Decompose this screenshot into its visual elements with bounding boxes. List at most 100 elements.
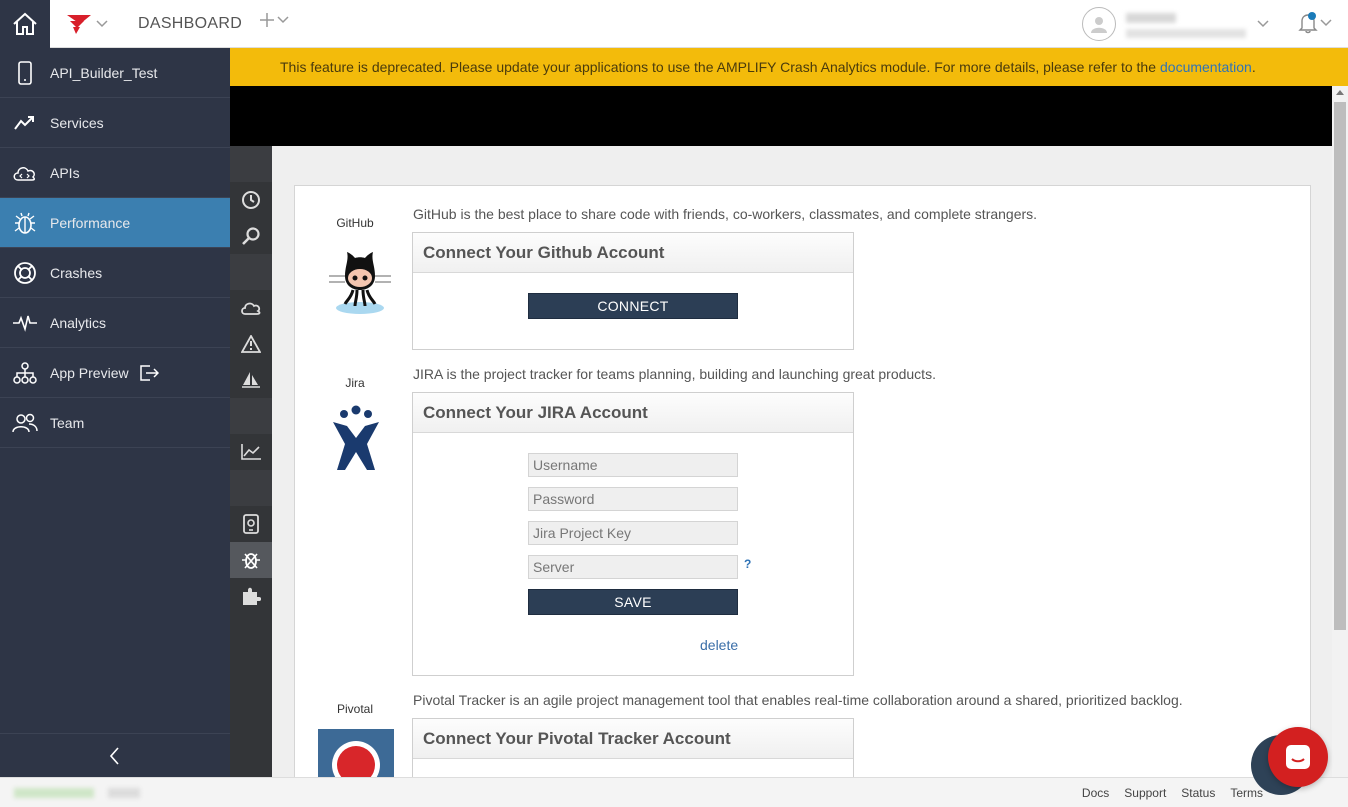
chevron-down-icon	[96, 20, 108, 28]
sail-icon[interactable]	[230, 362, 272, 398]
sidebar-item-label: API_Builder_Test	[50, 64, 158, 81]
header-strip	[230, 86, 1332, 146]
chevron-down-icon	[1257, 20, 1269, 28]
sidebar-item-performance[interactable]: Performance	[0, 198, 230, 248]
line-chart-icon[interactable]	[230, 434, 272, 470]
chevron-down-icon	[1320, 19, 1332, 27]
pivotal-logo-icon	[318, 729, 394, 777]
create-menu[interactable]	[260, 13, 289, 27]
server-help-link[interactable]: ?	[744, 557, 751, 571]
banner-end: .	[1251, 59, 1256, 75]
jira-server-input[interactable]: Server	[528, 555, 738, 579]
banner-text: This feature is deprecated. Please updat…	[280, 59, 1156, 75]
footer-link-support[interactable]: Support	[1124, 786, 1166, 800]
github-card: Connect Your Github Account CONNECT	[412, 232, 854, 350]
rail-spacer	[230, 470, 272, 506]
jira-label: Jira	[345, 376, 365, 390]
avatar	[1082, 7, 1116, 41]
sidebar-collapse-button[interactable]	[0, 733, 230, 777]
deprecation-banner: This feature is deprecated. Please updat…	[230, 48, 1348, 86]
sidebar-item-label: Services	[50, 114, 104, 131]
product-switcher[interactable]	[66, 12, 108, 36]
pivotal-card: Connect Your Pivotal Tracker Account	[412, 718, 854, 777]
home-icon	[13, 12, 37, 35]
sidebar-item-label: Team	[50, 414, 85, 431]
sidebar-item-team[interactable]: Team	[0, 398, 230, 448]
integrations-panel: GitHub GitHub is the best place to share…	[294, 185, 1311, 777]
service-status-blurred	[14, 788, 94, 798]
phone-icon	[12, 60, 38, 86]
github-octocat-icon	[325, 242, 395, 316]
footer-link-docs[interactable]: Docs	[1082, 786, 1109, 800]
lifebuoy-icon	[12, 260, 38, 286]
hierarchy-icon	[12, 360, 38, 386]
sidebar-item-label: Crashes	[50, 264, 103, 281]
jira-card: Connect Your JIRA Account Username Passw…	[412, 392, 854, 676]
external-link-icon[interactable]	[139, 364, 159, 382]
rail-spacer	[230, 146, 272, 182]
dashboard-title[interactable]: DASHBOARD	[138, 15, 242, 33]
jira-card-title: Connect Your JIRA Account	[413, 393, 853, 433]
github-connect-button[interactable]: CONNECT	[528, 293, 738, 319]
scrollbar[interactable]	[1332, 86, 1348, 777]
sidebar-item-analytics[interactable]: Analytics	[0, 298, 230, 348]
plus-icon	[260, 13, 274, 27]
github-description: GitHub is the best place to share code w…	[413, 206, 1038, 222]
warning-icon[interactable]	[230, 326, 272, 362]
sidebar-item-label: App Preview	[50, 364, 129, 381]
version-blurred	[108, 788, 140, 798]
bug-icon[interactable]	[230, 542, 272, 578]
sidebar-item-crashes[interactable]: Crashes	[0, 248, 230, 298]
user-name-blurred	[1126, 12, 1176, 23]
clock-icon[interactable]	[230, 182, 272, 218]
notifications-button[interactable]	[1298, 12, 1332, 34]
jira-project-key-input[interactable]: Jira Project Key	[528, 521, 738, 545]
sidebar-item-app-preview[interactable]: App Preview	[0, 348, 230, 398]
icon-rail	[230, 146, 272, 777]
rail-spacer	[230, 254, 272, 290]
user-menu[interactable]	[1082, 7, 1269, 41]
device-icon[interactable]	[230, 506, 272, 542]
sidebar-item-label: Analytics	[50, 314, 107, 331]
search-icon[interactable]	[230, 218, 272, 254]
jira-logo-icon	[329, 404, 383, 474]
sidebar: API_Builder_Test Services APIs Performan…	[0, 48, 230, 777]
footer-link-terms[interactable]: Terms	[1230, 786, 1263, 800]
puzzle-icon[interactable]	[230, 578, 272, 614]
user-icon	[1091, 17, 1107, 33]
sidebar-item-app[interactable]: API_Builder_Test	[0, 48, 230, 98]
sidebar-item-services[interactable]: Services	[0, 98, 230, 148]
jira-username-input[interactable]: Username	[528, 453, 738, 477]
team-icon	[12, 410, 38, 436]
cloud-code-icon	[12, 160, 38, 186]
pulse-icon	[12, 310, 38, 336]
chat-icon	[1286, 745, 1310, 769]
footer: Docs Support Status Terms	[0, 777, 1348, 807]
notification-dot	[1308, 12, 1316, 20]
pivotal-card-title: Connect Your Pivotal Tracker Account	[413, 719, 853, 759]
github-label: GitHub	[336, 216, 374, 230]
pivotal-description: Pivotal Tracker is an agile project mana…	[413, 692, 1183, 708]
documentation-link[interactable]: documentation	[1160, 59, 1252, 75]
cloud-icon[interactable]	[230, 290, 272, 326]
jira-description: JIRA is the project tracker for teams pl…	[413, 366, 936, 382]
amplify-logo-icon	[67, 15, 91, 34]
footer-links: Docs Support Status Terms	[1082, 786, 1263, 800]
jira-save-button[interactable]: SAVE	[528, 589, 738, 615]
pivotal-label: Pivotal	[336, 702, 374, 716]
top-bar: DASHBOARD	[0, 0, 1348, 48]
chevron-left-icon	[110, 746, 119, 765]
footer-link-status[interactable]: Status	[1181, 786, 1215, 800]
github-card-title: Connect Your Github Account	[413, 233, 853, 273]
bug-icon	[12, 210, 38, 236]
jira-delete-link[interactable]: delete	[700, 637, 738, 653]
scrollbar-thumb[interactable]	[1334, 102, 1346, 630]
chat-button[interactable]	[1268, 727, 1328, 787]
sidebar-item-apis[interactable]: APIs	[0, 148, 230, 198]
scroll-up-arrow-icon[interactable]	[1336, 90, 1344, 95]
home-button[interactable]	[0, 0, 50, 48]
sidebar-item-label: Performance	[50, 214, 131, 231]
jira-password-input[interactable]: Password	[528, 487, 738, 511]
main-content: GitHub GitHub is the best place to share…	[272, 146, 1332, 777]
sidebar-item-label: APIs	[50, 164, 80, 181]
